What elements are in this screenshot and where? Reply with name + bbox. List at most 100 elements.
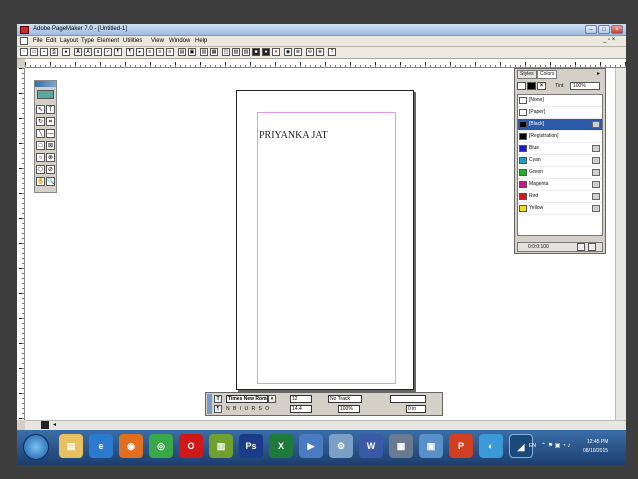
powerpoint-icon[interactable]: P [449,434,473,458]
language-indicator[interactable]: EN [529,443,536,449]
tab-colors[interactable]: Colors [537,70,558,79]
media-icon[interactable]: ▶ [299,434,323,458]
color-item-none[interactable]: [None] [518,95,602,107]
menu-type[interactable]: Type [81,38,94,44]
tint-select[interactable]: 100% [570,82,600,90]
help-icon[interactable]: ? [328,48,336,56]
document-icon[interactable] [20,37,28,45]
text-wrap-icon[interactable]: ▨ [242,48,250,56]
color-item-magenta[interactable]: Magenta [518,179,602,191]
bullets-icon[interactable]: ≡ [146,48,154,56]
close-button[interactable]: × [611,25,623,34]
new-icon[interactable]: ▫ [20,48,28,56]
layers-icon[interactable]: ▥ [200,48,208,56]
polygon-tool-icon[interactable]: ⬡ [36,165,45,174]
menu-help[interactable]: Help [195,38,207,44]
ellipse-tool-icon[interactable]: ○ [36,153,45,162]
palette-menu-icon[interactable]: ▸ [597,70,600,77]
master-page-icon[interactable] [41,421,49,429]
start-button[interactable] [23,434,49,460]
fill-swatch-button[interactable] [527,82,536,90]
font-smaller-icon[interactable]: a [94,48,102,56]
frame-icon[interactable]: ▣ [188,48,196,56]
arrange-icon[interactable]: ◫ [222,48,230,56]
character-mode-icon[interactable]: T [214,395,222,403]
ellipse-frame-tool-icon[interactable]: ⊗ [46,153,55,162]
delete-color-icon[interactable] [588,243,596,251]
color-icon[interactable]: ▾ [272,48,280,56]
color-item-yellow[interactable]: Yellow [518,203,602,215]
new-color-icon[interactable] [577,243,585,251]
leading-field[interactable]: 14.4 [290,405,312,413]
color-item-green[interactable]: Green [518,167,602,179]
para-icon[interactable]: ¶ [126,48,134,56]
tab-styles[interactable]: Styles [517,70,537,79]
menu-window[interactable]: Window [169,38,190,44]
color-item-cyan[interactable]: Cyan [518,155,602,167]
clock-time[interactable]: 12:45 PM [587,439,608,445]
color-item-paper[interactable]: [Paper] [518,107,602,119]
color-item-blue[interactable]: Blue [518,143,602,155]
toolbox-title-bar[interactable] [35,81,56,87]
mask-icon[interactable]: ◉ [284,48,292,56]
kerning-field[interactable] [390,395,426,403]
polygon-frame-tool-icon[interactable]: ⊘ [46,165,55,174]
photoshop-icon[interactable]: Ps [239,434,263,458]
spell-icon[interactable]: ✓ [104,48,112,56]
scroll-left-icon[interactable]: ◂ [53,421,56,428]
explorer-icon[interactable]: ▤ [59,434,83,458]
excel-icon[interactable]: X [269,434,293,458]
crop-tool-icon[interactable]: ⌗ [46,117,55,126]
calculator-icon[interactable]: ▦ [389,434,413,458]
rotate-icon[interactable]: ⊕ [294,48,302,56]
paint-icon[interactable]: ◐ [479,434,503,458]
menu-edit[interactable]: Edit [46,38,56,44]
zoom-out-icon[interactable]: ⊖ [306,48,314,56]
master-icon[interactable]: ▦ [210,48,218,56]
horizontal-scrollbar[interactable]: ◂ [25,420,626,430]
menu-layout[interactable]: Layout [60,38,78,44]
color-item-red[interactable]: Red [518,191,602,203]
line-tool-icon[interactable]: ╲ [36,129,45,138]
palette-grip[interactable] [207,394,212,414]
group-icon[interactable]: ▧ [232,48,240,56]
indent-icon[interactable]: ▸ [136,48,144,56]
vertical-scrollbar[interactable] [615,68,626,420]
menu-utilities[interactable]: Utilities [123,38,142,44]
maximize-button[interactable]: □ [598,25,610,34]
doc-window-controls[interactable]: _ ▫ × [603,37,615,43]
text-tool-icon[interactable]: T [46,105,55,114]
font-larger-icon[interactable]: A [84,48,92,56]
hand-tool-icon[interactable]: ✋ [36,177,45,186]
place-icon[interactable]: ▤ [178,48,186,56]
rectangle-tool-icon[interactable]: □ [36,141,45,150]
menu-file[interactable]: File [33,38,43,44]
horizontal-ruler[interactable] [25,59,626,68]
stroke-icon[interactable]: ● [262,48,270,56]
page-text[interactable]: PRIYANKA JAT [259,130,328,141]
clock-date[interactable]: 08/10/2015 [583,448,608,454]
zoom-tool-icon[interactable]: 🔍 [46,177,55,186]
save-icon[interactable]: ▪ [40,48,48,56]
minimize-button[interactable]: – [585,25,597,34]
baseline-shift-field[interactable]: 0 in [406,405,426,413]
color-item-registration[interactable]: [Registration] [518,131,602,143]
menu-view[interactable]: View [151,38,164,44]
constrained-line-tool-icon[interactable]: — [46,129,55,138]
find-icon[interactable]: ♠ [62,48,70,56]
style-icon[interactable]: ¶ [114,48,122,56]
rectangle-frame-tool-icon[interactable]: ⊠ [46,141,55,150]
fill-icon[interactable]: ■ [252,48,260,56]
zoom-in-icon[interactable]: ⊕ [316,48,324,56]
stroke-swatch-button[interactable] [517,82,526,90]
rotate-tool-icon[interactable]: ↻ [36,117,45,126]
pointer-tool-icon[interactable]: ↖ [36,105,45,114]
vertical-ruler[interactable] [17,68,25,420]
both-swatch-button[interactable]: ✕ [537,82,546,90]
size-field[interactable]: 12 [290,395,312,403]
ie-icon[interactable]: e [89,434,113,458]
type-style-buttons[interactable]: N B I U R S O [226,405,276,413]
firefox-icon[interactable]: ◉ [119,434,143,458]
align-left-icon[interactable]: ≡ [156,48,164,56]
paragraph-mode-icon[interactable]: ¶ [214,405,222,413]
